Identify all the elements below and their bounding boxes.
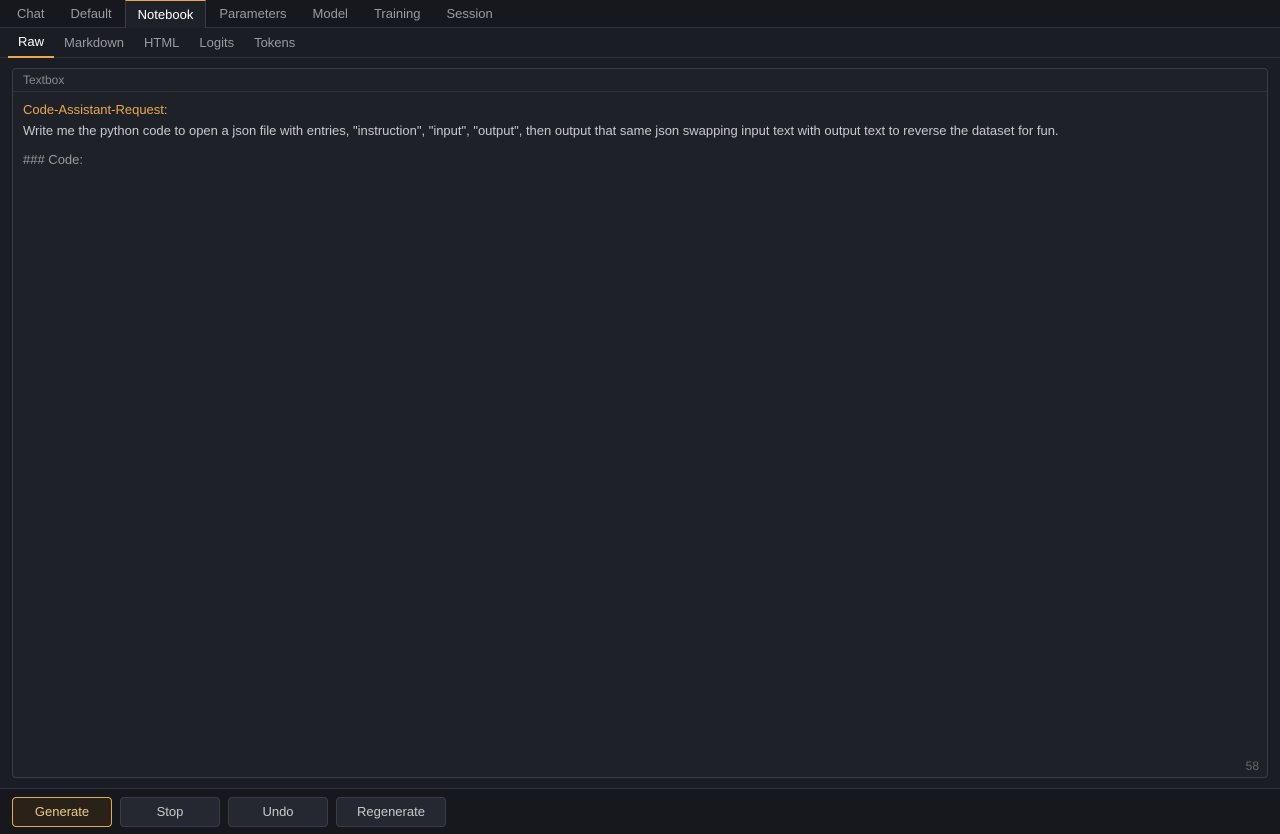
textbox-label: Textbox [13,69,1267,92]
nav-bar: Chat Default Notebook Parameters Model T… [0,0,1280,28]
nav-tab-default[interactable]: Default [57,0,124,28]
nav-tab-model[interactable]: Model [300,0,361,28]
nav-tab-session[interactable]: Session [433,0,505,28]
regenerate-button[interactable]: Regenerate [336,797,446,827]
nav-tab-notebook[interactable]: Notebook [125,0,207,28]
textbox-container: Textbox Code-Assistant-Request: Write me… [12,68,1268,778]
sub-tab-html[interactable]: HTML [134,28,189,58]
stop-button[interactable]: Stop [120,797,220,827]
sub-tabs: Raw Markdown HTML Logits Tokens [0,28,1280,58]
textbox-content[interactable]: Code-Assistant-Request: Write me the pyt… [13,92,1267,777]
nav-tab-training[interactable]: Training [361,0,433,28]
bottom-toolbar: Generate Stop Undo Regenerate [0,788,1280,834]
undo-button[interactable]: Undo [228,797,328,827]
main-content: Textbox Code-Assistant-Request: Write me… [0,58,1280,788]
text-body-line: Write me the python code to open a json … [23,121,1257,142]
nav-tab-chat[interactable]: Chat [4,0,57,28]
text-header-line: Code-Assistant-Request: [23,100,1257,121]
token-count: 58 [1246,759,1259,773]
sub-tab-markdown[interactable]: Markdown [54,28,134,58]
generate-button[interactable]: Generate [12,797,112,827]
sub-tab-raw[interactable]: Raw [8,28,54,58]
sub-tab-logits[interactable]: Logits [189,28,244,58]
sub-tab-tokens[interactable]: Tokens [244,28,305,58]
text-code-line: ### Code: [23,150,1257,171]
nav-tab-parameters[interactable]: Parameters [206,0,299,28]
